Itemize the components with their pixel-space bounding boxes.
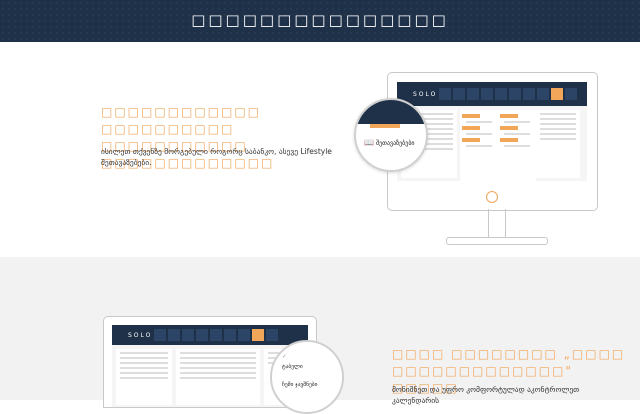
nav-tile [182,329,194,341]
feature-text-line: ისილეთ თქვენზე მორგებული როგორც საბანკო,… [101,147,332,156]
magnifier-callout: ✓ ტაბელი ჩემი ჯავშნები [270,340,344,414]
top-banner: □□□□□□□□□□□□□□□ [0,0,640,42]
nav-tile [467,88,479,100]
app-logo: SOLO [413,91,438,98]
app-nav-tiles [439,88,577,100]
app-offers-column [460,110,498,181]
nav-tile [238,329,250,341]
magnified-tab-indicator [370,124,400,128]
nav-tile-active [252,329,264,341]
feature-text-line: მონიშნეთ და უფრო კომფორტულად აკონტროლეთ … [392,385,580,405]
nav-tile [196,329,208,341]
feature-heading-line: □□□□ □□□□□□□□ „□□□□ [392,347,626,361]
book-icon: 📖 [364,138,374,147]
page-title: □□□□□□□□□□□□□□□ [191,11,449,29]
monitor-brand-logo [486,191,498,203]
feature-description-offers: ისილეთ თქვენზე მორგებული როგორც საბანკო,… [101,146,361,168]
magnified-navbar [356,100,426,124]
app-calendar-column [176,349,260,405]
nav-tile [523,88,535,100]
feature-heading-line: □□□□□□□□□□□□ □□□□□□□□□□ [101,105,262,136]
nav-tile [266,329,278,341]
monitor-stand-base [446,237,548,245]
app-logo: SOLO [128,332,153,339]
nav-tile [168,329,180,341]
nav-tile [509,88,521,100]
monitor-stand-neck [488,209,506,237]
app-nav-tiles [154,329,278,341]
nav-tile [224,329,236,341]
feature-description-calendar: მონიშნეთ და უფრო კომფორტულად აკონტროლეთ … [392,384,627,406]
nav-tile-active [551,88,563,100]
magnified-offers-label: შეთავაზებები [376,140,415,147]
app-navbar: SOLO [112,325,308,345]
nav-tile [439,88,451,100]
nav-tile [210,329,222,341]
magnified-bookings-label: ჩემი ჯავშნები [282,382,318,388]
nav-tile [537,88,549,100]
nav-tile [565,88,577,100]
feature-text-line: შეთავაზებები. [101,158,152,167]
checkbox-icon: ✓ [282,354,287,360]
nav-tile [481,88,493,100]
app-left-column [116,349,172,405]
nav-tile [453,88,465,100]
magnified-schedule-label: ტაბელი [282,364,303,370]
nav-tile [495,88,507,100]
app-offers-column [498,110,536,181]
nav-tile [154,329,166,341]
app-right-column [536,110,580,178]
magnifier-callout: 📖 შეთავაზებები [354,98,428,172]
